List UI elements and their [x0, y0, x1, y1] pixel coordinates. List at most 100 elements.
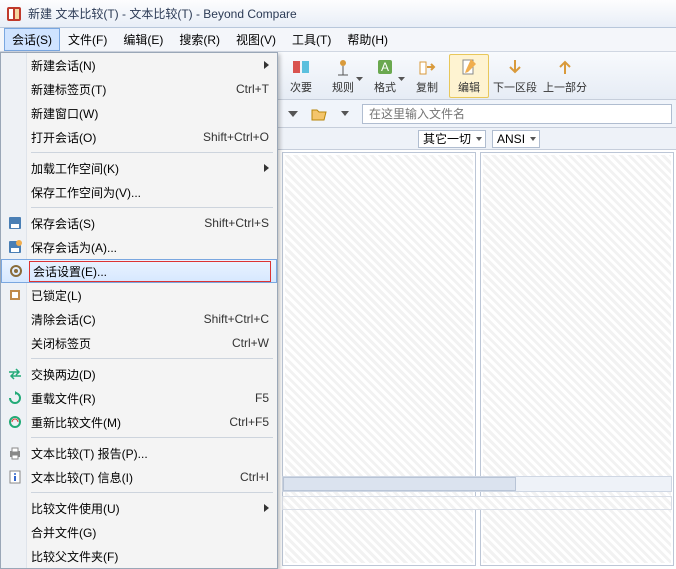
toolbar-copy-button[interactable]: 复制 — [407, 54, 447, 98]
menu-tools[interactable]: 工具(T) — [284, 28, 339, 51]
menu-item[interactable]: 清除会话(C)Shift+Ctrl+C — [1, 307, 277, 331]
submenu-arrow-icon — [264, 61, 269, 69]
file-path-input[interactable] — [362, 104, 672, 124]
menu-item[interactable]: 文本比较(T) 信息(I)Ctrl+I — [1, 465, 277, 489]
chevron-down-icon — [398, 76, 405, 83]
toolbar-label: 编辑 — [458, 79, 480, 95]
down-icon — [505, 57, 525, 77]
menu-item-shortcut: Shift+Ctrl+C — [204, 312, 269, 326]
menu-item[interactable]: 关闭标签页Ctrl+W — [1, 331, 277, 355]
menu-item-label: 新建会话(N) — [31, 57, 269, 74]
print-icon — [7, 445, 23, 461]
menu-item[interactable]: 文本比较(T) 报告(P)... — [1, 441, 277, 465]
menu-separator — [31, 437, 273, 438]
info-icon — [7, 469, 23, 485]
menu-item[interactable]: 新建会话(N) — [1, 53, 277, 77]
toolbar-label: 规则 — [332, 79, 354, 95]
menu-edit[interactable]: 编辑(E) — [115, 28, 171, 51]
menu-item-shortcut: Ctrl+T — [236, 82, 269, 96]
menu-item-label: 文本比较(T) 报告(P)... — [31, 445, 269, 462]
app-icon — [6, 6, 22, 22]
submenu-arrow-icon — [264, 164, 269, 172]
menu-item[interactable]: 新建窗口(W) — [1, 101, 277, 125]
menu-separator — [31, 358, 273, 359]
menu-item-label: 比较父文件夹(F) — [31, 548, 269, 565]
lock-icon — [7, 287, 23, 303]
menu-view[interactable]: 视图(V) — [228, 28, 284, 51]
toolbar-label: 次要 — [290, 79, 312, 95]
toolbar-rules-button[interactable]: 规则 — [323, 54, 363, 98]
toolbar-label: 格式 — [374, 79, 396, 95]
menu-item[interactable]: 加载工作空间(K) — [1, 156, 277, 180]
menu-item-label: 比较文件使用(U) — [31, 500, 269, 517]
menu-item-shortcut: Shift+Ctrl+S — [204, 216, 269, 230]
menu-item[interactable]: 会话设置(E)... — [1, 259, 277, 283]
reload-icon — [7, 390, 23, 406]
dropdown-button-2[interactable] — [334, 103, 356, 125]
menu-item[interactable]: 保存会话为(A)... — [1, 235, 277, 259]
menu-item[interactable]: 重新比较文件(M)Ctrl+F5 — [1, 410, 277, 434]
menu-item-label: 重新比较文件(M) — [31, 414, 229, 431]
encoding-select[interactable]: ANSI — [492, 130, 540, 148]
menu-item-label: 会话设置(E)... — [31, 263, 269, 280]
session-menu-dropdown: 新建会话(N) 新建标签页(T)Ctrl+T 新建窗口(W) 打开会话(O)Shift… — [0, 52, 278, 569]
swap-icon — [7, 366, 23, 382]
menu-item-label: 交换两边(D) — [31, 366, 269, 383]
toolbar-label: 下一区段 — [493, 79, 537, 95]
menu-item-label: 保存会话(S) — [31, 215, 204, 232]
menu-item-shortcut: Ctrl+W — [232, 336, 269, 350]
menu-item-label: 保存工作空间为(V)... — [31, 184, 269, 201]
toolbar-down-button[interactable]: 下一区段 — [491, 54, 539, 98]
toolbar-format-button[interactable]: A 格式 — [365, 54, 405, 98]
menu-search[interactable]: 搜索(R) — [171, 28, 228, 51]
menu-bar: 会话(S) 文件(F) 编辑(E) 搜索(R) 视图(V) 工具(T) 帮助(H… — [0, 28, 676, 52]
menu-item-shortcut: Ctrl+I — [240, 470, 269, 484]
svg-text:A: A — [381, 60, 389, 74]
title-bar: 新建 文本比较(T) - 文本比较(T) - Beyond Compare — [0, 0, 676, 28]
save-icon — [7, 215, 23, 231]
format-icon: A — [375, 57, 395, 77]
recompare-icon — [7, 414, 23, 430]
submenu-arrow-icon — [264, 504, 269, 512]
gear-icon — [8, 263, 24, 279]
window-title: 新建 文本比较(T) - 文本比较(T) - Beyond Compare — [28, 5, 297, 22]
scrollbar-thumb[interactable] — [283, 477, 516, 491]
menu-item-shortcut: Shift+Ctrl+O — [203, 130, 269, 144]
menu-item-label: 合并文件(G) — [31, 524, 269, 541]
dropdown-button[interactable] — [282, 103, 304, 125]
menu-item[interactable]: 比较父文件夹(F) — [1, 544, 277, 568]
horizontal-scrollbar[interactable] — [282, 476, 672, 492]
menu-session[interactable]: 会话(S) — [4, 28, 60, 51]
menu-separator — [31, 207, 273, 208]
menu-item[interactable]: 重载文件(R)F5 — [1, 386, 277, 410]
folder-open-icon — [311, 107, 327, 121]
menu-item[interactable]: 交换两边(D) — [1, 362, 277, 386]
menu-item-label: 清除会话(C) — [31, 311, 204, 328]
open-folder-button[interactable] — [308, 103, 330, 125]
menu-item[interactable]: 已锁定(L) — [1, 283, 277, 307]
menu-item[interactable]: 保存工作空间为(V)... — [1, 180, 277, 204]
menu-item-shortcut: Ctrl+F5 — [229, 415, 269, 429]
menu-item[interactable]: 打开会话(O)Shift+Ctrl+O — [1, 125, 277, 149]
menu-item[interactable]: 比较文件使用(U) — [1, 496, 277, 520]
menu-separator — [31, 492, 273, 493]
saveas-icon — [7, 239, 23, 255]
menu-item[interactable]: 合并文件(G) — [1, 520, 277, 544]
menu-item[interactable]: 新建标签页(T)Ctrl+T — [1, 77, 277, 101]
menu-item-label: 新建标签页(T) — [31, 81, 236, 98]
toolbar-diff-button[interactable]: 次要 — [281, 54, 321, 98]
menu-item-shortcut: F5 — [255, 391, 269, 405]
menu-item-label: 文本比较(T) 信息(I) — [31, 469, 240, 486]
menu-item-label: 保存会话为(A)... — [31, 239, 269, 256]
menu-file[interactable]: 文件(F) — [60, 28, 115, 51]
toolbar-up-button[interactable]: 上一部分 — [541, 54, 589, 98]
menu-item-label: 已锁定(L) — [31, 287, 269, 304]
filter-select[interactable]: 其它一切 — [418, 130, 486, 148]
menu-item-label: 新建窗口(W) — [31, 105, 269, 122]
up-icon — [555, 57, 575, 77]
menu-help[interactable]: 帮助(H) — [339, 28, 396, 51]
edit-icon — [459, 57, 479, 77]
toolbar-label: 上一部分 — [543, 79, 587, 95]
toolbar-edit-button[interactable]: 编辑 — [449, 54, 489, 98]
menu-item[interactable]: 保存会话(S)Shift+Ctrl+S — [1, 211, 277, 235]
